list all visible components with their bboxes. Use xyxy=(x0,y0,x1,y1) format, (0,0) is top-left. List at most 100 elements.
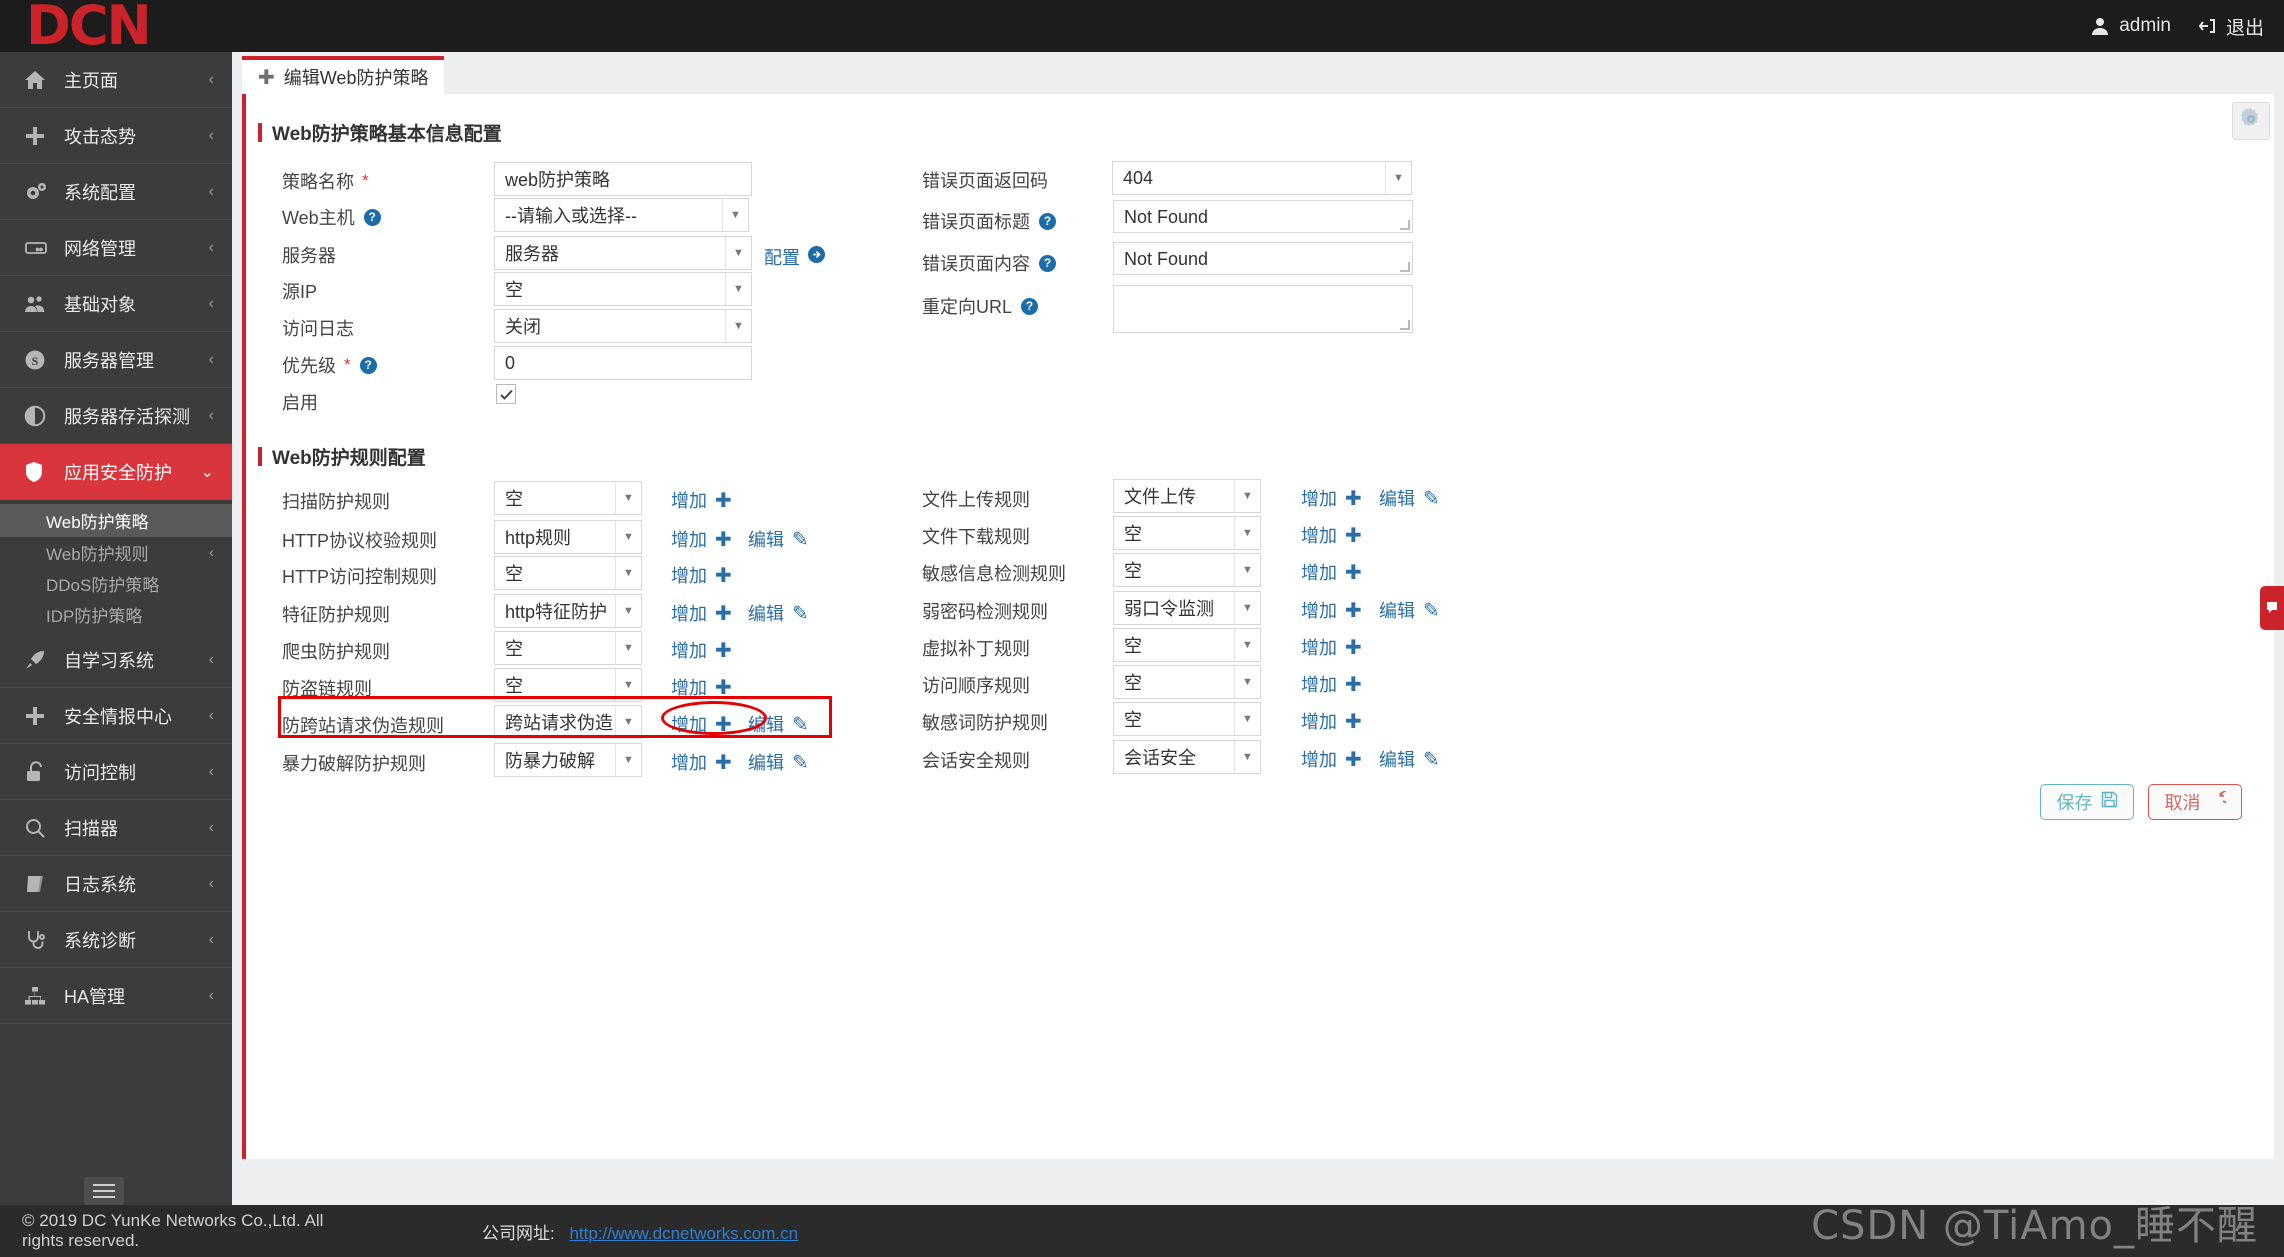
add-anti-leech-rule[interactable]: 增加 ✚ xyxy=(671,674,732,700)
sidebar-item-network-mgmt[interactable]: 网络管理 ‹ xyxy=(0,220,232,276)
error-page-content-textarea[interactable]: Not Found xyxy=(1113,242,1413,275)
chevron-down-icon: ▼ xyxy=(725,237,751,269)
sensitive-info-rule-select[interactable]: 空 ▼ xyxy=(1113,553,1261,587)
logout-label: 退出 xyxy=(2225,17,2264,39)
chevron-down-icon: ▼ xyxy=(615,669,641,701)
add-file-upload-rule[interactable]: 增加 ✚ xyxy=(1301,485,1362,511)
edit-signature-protect-rule[interactable]: 编辑 ✎ xyxy=(748,600,809,626)
sidebar-item-ha-mgmt[interactable]: HA管理 ‹ xyxy=(0,968,232,1024)
sidebar-item-self-learning[interactable]: 自学习系统 ‹ xyxy=(0,632,232,688)
priority-input[interactable]: 0 xyxy=(494,346,752,380)
add-session-security-rule[interactable]: 增加 ✚ xyxy=(1301,746,1362,772)
sidebar-item-home[interactable]: 主页面 ‹ xyxy=(0,52,232,108)
sidebar-submenu-app-security: Web防护策略 Web防护规则 ‹ DDoS防护策略 IDP防护策略 xyxy=(0,500,232,632)
sidebar-item-server-alive-probe[interactable]: 服务器存活探测 ‹ xyxy=(0,388,232,444)
tab-edit-web-protect-policy[interactable]: ✚ 编辑Web防护策略 xyxy=(242,56,445,94)
access-order-rule-select[interactable]: 空 ▼ xyxy=(1113,665,1261,699)
sidebar-item-attack-situation[interactable]: 攻击态势 ‹ xyxy=(0,108,232,164)
edit-file-upload-rule[interactable]: 编辑 ✎ xyxy=(1379,485,1440,511)
edit-label: 编辑 xyxy=(748,753,784,773)
session-security-rule-select[interactable]: 会话安全 ▼ xyxy=(1113,740,1261,774)
error-page-code-select[interactable]: 404 ▼ xyxy=(1112,161,1412,195)
help-icon[interactable]: ? xyxy=(359,356,377,374)
anti-leech-rule-select[interactable]: 空 ▼ xyxy=(494,668,642,702)
sidebar-item-server-mgmt[interactable]: S 服务器管理 ‹ xyxy=(0,332,232,388)
field-http-access-control-rule: HTTP访问控制规则 xyxy=(282,559,437,593)
field-label: 暴力破解防护规则 xyxy=(282,754,426,774)
cancel-button[interactable]: 取消 xyxy=(2148,784,2242,820)
edit-brute-force-rule[interactable]: 编辑 ✎ xyxy=(748,749,809,775)
section-title-basic-info: Web防护策略基本信息配置 xyxy=(258,119,502,146)
sidebar-item-web-protect-rule[interactable]: Web防护规则 ‹ xyxy=(0,537,232,568)
sidebar-item-threat-intel[interactable]: 安全情报中心 ‹ xyxy=(0,688,232,744)
logout-button[interactable]: 退出 xyxy=(2197,13,2264,40)
weak-password-rule-select[interactable]: 弱口令监测 ▼ xyxy=(1113,591,1261,625)
enable-checkbox[interactable] xyxy=(496,384,516,404)
add-file-download-rule[interactable]: 增加 ✚ xyxy=(1301,522,1362,548)
web-host-select[interactable]: --请输入或选择-- ▼ xyxy=(494,198,749,232)
sidebar-item-access-control[interactable]: 访问控制 ‹ xyxy=(0,744,232,800)
add-label: 增加 xyxy=(671,678,707,698)
http-protocol-rule-select[interactable]: http规则 ▼ xyxy=(494,520,642,554)
sidebar-item-system-diagnosis[interactable]: 系统诊断 ‹ xyxy=(0,912,232,968)
add-scan-protect-rule[interactable]: 增加 ✚ xyxy=(671,487,732,513)
save-button[interactable]: 保存 xyxy=(2040,784,2134,820)
sidebar-collapse-toggle[interactable] xyxy=(84,1177,124,1205)
add-weak-password-rule[interactable]: 增加 ✚ xyxy=(1301,597,1362,623)
sensitive-word-rule-select[interactable]: 空 ▼ xyxy=(1113,702,1261,736)
edit-weak-password-rule[interactable]: 编辑 ✎ xyxy=(1379,597,1440,623)
error-page-title-textarea[interactable]: Not Found xyxy=(1113,200,1413,233)
crawler-protect-rule-select[interactable]: 空 ▼ xyxy=(494,631,642,665)
file-download-rule-select[interactable]: 空 ▼ xyxy=(1113,516,1261,550)
server-value: 服务器 xyxy=(505,244,559,264)
sidebar-item-log-system[interactable]: 日志系统 ‹ xyxy=(0,856,232,912)
server-select[interactable]: 服务器 ▼ xyxy=(494,236,752,270)
add-sensitive-info-rule[interactable]: 增加 ✚ xyxy=(1301,559,1362,585)
add-http-protocol-rule[interactable]: 增加 ✚ xyxy=(671,526,732,552)
edit-session-security-rule[interactable]: 编辑 ✎ xyxy=(1379,746,1440,772)
help-icon[interactable]: ? xyxy=(363,208,381,226)
help-icon[interactable]: ? xyxy=(1021,297,1039,315)
add-brute-force-rule[interactable]: 增加 ✚ xyxy=(671,749,732,775)
add-csrf-protect-rule[interactable]: 增加 ✚ xyxy=(671,711,732,737)
signature-protect-rule-select[interactable]: http特征防护 ▼ xyxy=(494,594,642,628)
chevron-down-icon: ▼ xyxy=(725,273,751,305)
virtual-patch-rule-select[interactable]: 空 ▼ xyxy=(1113,628,1261,662)
add-access-order-rule[interactable]: 增加 ✚ xyxy=(1301,671,1362,697)
sidebar-item-label: 主页面 xyxy=(64,70,118,91)
redirect-url-textarea[interactable] xyxy=(1113,285,1413,333)
brute-force-rule-select[interactable]: 防暴力破解 ▼ xyxy=(494,743,642,777)
sidebar-item-app-security[interactable]: 应用安全防护 ⌄ xyxy=(0,444,232,500)
sidebar-item-system-config[interactable]: 系统配置 ‹ xyxy=(0,164,232,220)
scan-protect-rule-select[interactable]: 空 ▼ xyxy=(494,481,642,515)
help-icon[interactable]: ? xyxy=(1039,212,1056,230)
source-ip-select[interactable]: 空 ▼ xyxy=(494,272,752,306)
access-log-select[interactable]: 关闭 ▼ xyxy=(494,309,752,343)
csrf-protect-rule-select[interactable]: 跨站请求伪造 ▼ xyxy=(494,705,642,739)
sidebar-item-idp-policy[interactable]: IDP防护策略 xyxy=(0,599,232,630)
side-feedback-tab[interactable] xyxy=(2260,586,2284,630)
sidebar-item-ddos-policy[interactable]: DDoS防护策略 xyxy=(0,568,232,599)
edit-http-protocol-rule[interactable]: 编辑 ✎ xyxy=(748,526,809,552)
add-http-access-control-rule[interactable]: 增加 ✚ xyxy=(671,562,732,588)
user-menu[interactable]: admin xyxy=(2090,15,2171,37)
sidebar: 主页面 ‹ 攻击态势 ‹ 系统配置 ‹ 网络管理 ‹ 基础对象 ‹ S 服务器管… xyxy=(0,52,232,1257)
chevron-down-icon: ⌄ xyxy=(200,464,214,481)
help-icon[interactable]: ? xyxy=(1039,254,1056,272)
edit-csrf-protect-rule[interactable]: 编辑 ✎ xyxy=(748,711,809,737)
server-config-link[interactable]: 配置 xyxy=(764,244,825,270)
sidebar-item-web-protect-policy[interactable]: Web防护策略 xyxy=(0,504,232,537)
add-label: 增加 xyxy=(1301,526,1337,546)
footer-site-link[interactable]: http://www.dcnetworks.com.cn xyxy=(569,1224,798,1243)
add-crawler-protect-rule[interactable]: 增加 ✚ xyxy=(671,637,732,663)
add-virtual-patch-rule[interactable]: 增加 ✚ xyxy=(1301,634,1362,660)
http-access-control-rule-select[interactable]: 空 ▼ xyxy=(494,556,642,590)
undo-icon xyxy=(2209,790,2233,813)
settings-gear-button[interactable] xyxy=(2232,102,2270,140)
add-sensitive-word-rule[interactable]: 增加 ✚ xyxy=(1301,708,1362,734)
file-upload-rule-select[interactable]: 文件上传 ▼ xyxy=(1113,479,1261,513)
sidebar-item-basic-objects[interactable]: 基础对象 ‹ xyxy=(0,276,232,332)
policy-name-input[interactable]: web防护策略 xyxy=(494,162,752,196)
sidebar-item-scanner[interactable]: 扫描器 ‹ xyxy=(0,800,232,856)
add-signature-protect-rule[interactable]: 增加 ✚ xyxy=(671,600,732,626)
